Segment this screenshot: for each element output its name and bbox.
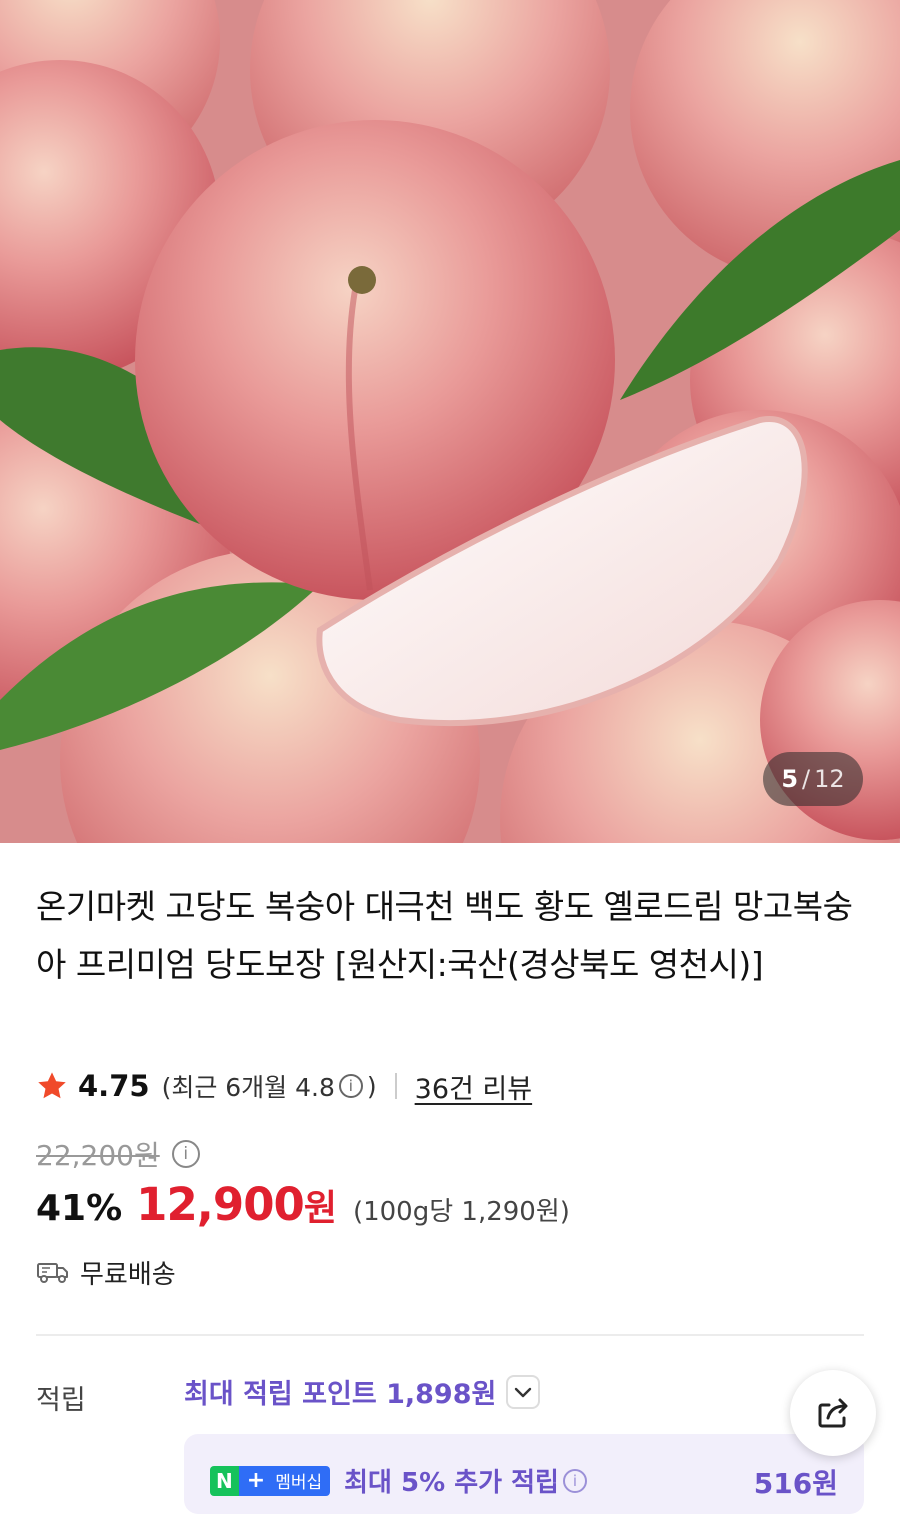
shipping-row: 무료배송: [36, 1252, 176, 1292]
membership-text: 최대 5% 추가 적립: [344, 1468, 559, 1498]
share-button[interactable]: [790, 1370, 876, 1456]
rating-row: 4.75 (최근 6개월 4.8 i ) 36건 리뷰: [36, 1062, 532, 1110]
rating-score: 4.75: [78, 1069, 150, 1103]
info-icon[interactable]: i: [171, 1140, 200, 1168]
plus-badge: +: [238, 1465, 274, 1496]
section-divider: [36, 1334, 864, 1336]
max-points-toggle[interactable]: 최대 적립 포인트 1,898원: [184, 1372, 541, 1411]
reviews-link[interactable]: 36건 리뷰: [415, 1067, 532, 1106]
original-price-row: 22,200원 i: [36, 1134, 204, 1174]
sale-price-row: 41% 12,900 원 (100g당 1,290원): [36, 1178, 570, 1236]
info-icon[interactable]: i: [338, 1074, 363, 1098]
image-counter-current: 5: [781, 765, 799, 793]
product-image-gallery[interactable]: 5 / 12: [0, 0, 900, 843]
info-icon[interactable]: i: [562, 1468, 587, 1493]
naver-badge: N: [210, 1465, 239, 1496]
recent-rating: (최근 6개월 4.8 i ): [162, 1068, 377, 1104]
image-counter: 5 / 12: [763, 752, 863, 806]
chevron-down-icon[interactable]: [506, 1374, 541, 1409]
sale-price: 12,900: [136, 1178, 305, 1231]
shipping-label: 무료배송: [80, 1259, 176, 1290]
points-label: 적립: [36, 1385, 86, 1416]
product-image: [0, 0, 900, 843]
original-price: 22,200원: [36, 1139, 160, 1172]
membership-points-box: N + 멤버십 최대 5% 추가 적립 i 516원: [184, 1434, 864, 1514]
recent-rating-suffix: ): [366, 1071, 377, 1101]
star-icon: [38, 1072, 66, 1099]
product-title: 온기마켓 고당도 복숭아 대극천 백도 황도 옐로드림 망고복숭아 프리미엄 당…: [36, 887, 853, 984]
membership-badge: 멤버십: [273, 1465, 331, 1496]
membership-amount: 516원: [753, 1467, 838, 1500]
divider: [394, 1073, 397, 1099]
share-icon: [818, 1398, 848, 1428]
recent-rating-prefix: (최근 6개월 4.8: [161, 1073, 335, 1102]
truck-icon: [37, 1263, 68, 1283]
currency-label: 원: [303, 1188, 337, 1229]
discount-rate: 41%: [36, 1188, 123, 1229]
unit-price: (100g당 1,290원): [352, 1197, 570, 1227]
membership-row: N + 멤버십 최대 5% 추가 적립 i: [210, 1462, 591, 1499]
membership-info: 최대 5% 추가 적립 i: [344, 1462, 591, 1499]
image-counter-separator: /: [802, 765, 811, 793]
points-row: 적립 최대 적립 포인트 1,898원: [36, 1372, 864, 1422]
image-counter-total: 12: [814, 765, 845, 793]
max-points-text: 최대 적립 포인트 1,898원: [184, 1379, 497, 1410]
